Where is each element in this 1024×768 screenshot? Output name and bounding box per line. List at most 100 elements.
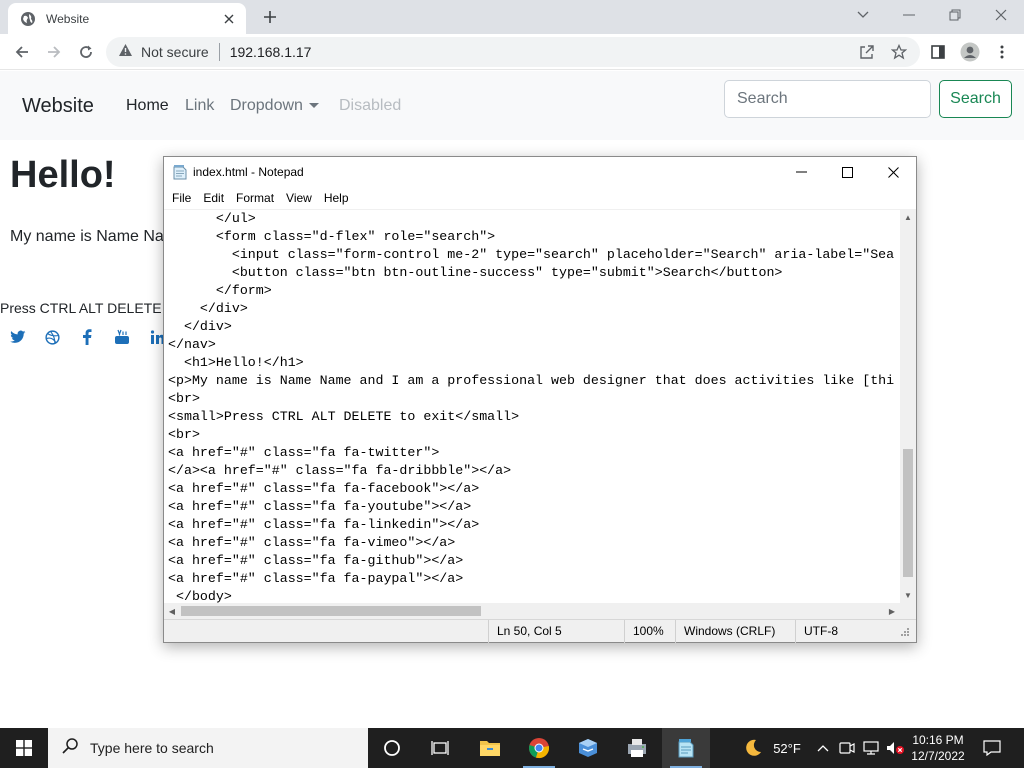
taskbar-search-placeholder: Type here to search — [90, 740, 214, 756]
code-line: </body> — [168, 589, 232, 603]
code-line: <a href="#" class="fa fa-vimeo"></a> — [168, 535, 456, 550]
weather-moon-icon[interactable] — [738, 728, 768, 768]
site-search-input[interactable] — [724, 80, 931, 118]
notepad-window: index.html - Notepad File Edit Format Vi… — [163, 156, 917, 643]
scroll-right-arrow-icon[interactable]: ▶ — [884, 603, 900, 619]
menu-edit[interactable]: Edit — [197, 191, 230, 205]
small-text: Press CTRL ALT DELETE to — [0, 300, 178, 316]
share-icon[interactable] — [856, 43, 878, 61]
vertical-scroll-thumb[interactable] — [903, 449, 913, 577]
printer-app-icon[interactable] — [613, 728, 661, 768]
vertical-scrollbar[interactable]: ▲ ▼ — [900, 209, 916, 603]
encoding: UTF-8 — [795, 620, 838, 643]
notepad-title: index.html - Notepad — [193, 165, 304, 179]
code-line: </a><a href="#" class="fa fa-dribbble"><… — [168, 463, 512, 478]
start-button[interactable] — [0, 728, 48, 768]
scroll-left-arrow-icon[interactable]: ◀ — [164, 603, 180, 619]
code-line: </div> — [168, 301, 248, 316]
zoom-level: 100% — [624, 620, 664, 643]
search-icon — [62, 737, 78, 759]
code-line: <a href="#" class="fa fa-facebook"></a> — [168, 481, 480, 496]
kebab-menu-icon[interactable] — [988, 38, 1016, 66]
address-bar[interactable]: Not secure 192.168.1.17 — [106, 37, 920, 67]
nav-link-disabled: Disabled — [339, 97, 402, 114]
scrollbar-corner — [900, 603, 916, 619]
site-search-button[interactable]: Search — [939, 80, 1012, 118]
url-text[interactable]: 192.168.1.17 — [230, 44, 312, 60]
restore-button[interactable] — [932, 0, 978, 30]
horizontal-scrollbar[interactable]: ◀ ▶ — [164, 603, 900, 619]
meet-now-icon[interactable] — [836, 728, 858, 768]
facebook-icon[interactable] — [78, 328, 96, 346]
scroll-up-arrow-icon[interactable]: ▲ — [900, 209, 916, 225]
divider — [218, 43, 220, 61]
line-ending: Windows (CRLF) — [675, 620, 775, 643]
cortana-icon[interactable] — [368, 728, 416, 768]
close-icon[interactable] — [220, 10, 238, 28]
menu-format[interactable]: Format — [230, 191, 280, 205]
notepad-maximize-button[interactable] — [824, 157, 870, 187]
code-line: </div> — [168, 319, 232, 334]
code-line: <button class="btn btn-outline-success" … — [168, 265, 783, 280]
code-line: <a href="#" class="fa fa-github"></a> — [168, 553, 464, 568]
twitter-icon[interactable] — [9, 328, 27, 346]
code-line: <br> — [168, 391, 200, 406]
profile-icon[interactable] — [956, 38, 984, 66]
notepad-taskbar-icon[interactable] — [662, 728, 710, 768]
code-line: <a href="#" class="fa fa-linkedin"></a> — [168, 517, 480, 532]
tab-search-icon[interactable] — [840, 0, 886, 30]
warning-icon[interactable] — [118, 43, 133, 62]
menu-view[interactable]: View — [280, 191, 318, 205]
minimize-button[interactable] — [886, 0, 932, 30]
horizontal-scroll-thumb[interactable] — [181, 606, 481, 616]
browser-toolbar: Not secure 192.168.1.17 — [0, 34, 1024, 70]
notepad-menubar: File Edit Format View Help — [164, 187, 916, 209]
windows-taskbar: Type here to search 52°F 10:16 PM 12/7/2… — [0, 728, 1024, 768]
volume-muted-icon[interactable] — [884, 728, 906, 768]
code-line: <a href="#" class="fa fa-twitter"> — [168, 445, 440, 460]
reload-button[interactable] — [72, 38, 100, 66]
browser-tab-website[interactable]: Website — [8, 3, 246, 34]
intro-paragraph: My name is Name Na — [10, 228, 164, 245]
nav-link-home[interactable]: Home — [126, 97, 169, 115]
task-view-icon[interactable] — [416, 728, 464, 768]
taskbar-clock[interactable]: 10:16 PM 12/7/2022 — [908, 732, 968, 764]
back-button[interactable] — [8, 38, 36, 66]
notifications-icon[interactable] — [972, 728, 1012, 768]
nav-dropdown[interactable]: Dropdown — [230, 97, 319, 115]
youtube-icon[interactable] — [113, 328, 131, 346]
dribbble-icon[interactable] — [43, 328, 61, 346]
close-window-button[interactable] — [978, 0, 1024, 30]
network-icon[interactable] — [860, 728, 882, 768]
code-line: <input class="form-control me-2" type="s… — [168, 247, 895, 262]
file-explorer-icon[interactable] — [466, 728, 514, 768]
notepad-text-area[interactable]: </ul> <form class="d-flex" role="search"… — [164, 209, 900, 603]
taskbar-search-box[interactable]: Type here to search — [48, 728, 368, 768]
nav-link-link[interactable]: Link — [185, 97, 214, 115]
tab-title: Website — [46, 11, 90, 26]
navbar-brand[interactable]: Website — [22, 95, 94, 118]
notepad-minimize-button[interactable] — [778, 157, 824, 187]
star-icon[interactable] — [888, 43, 910, 61]
scroll-down-arrow-icon[interactable]: ▼ — [900, 587, 916, 603]
code-line: <form class="d-flex" role="search"> — [168, 229, 496, 244]
virtualbox-icon[interactable] — [564, 728, 612, 768]
clock-time: 10:16 PM — [912, 733, 964, 747]
chrome-icon[interactable] — [515, 728, 563, 768]
menu-help[interactable]: Help — [318, 191, 355, 205]
resize-grip-icon[interactable] — [900, 626, 910, 640]
forward-button[interactable] — [40, 38, 68, 66]
notepad-close-button[interactable] — [870, 157, 916, 187]
code-line: <br> — [168, 427, 200, 442]
new-tab-button[interactable] — [258, 6, 282, 28]
side-panel-icon[interactable] — [924, 38, 952, 66]
menu-file[interactable]: File — [166, 191, 197, 205]
chevron-up-icon[interactable] — [814, 728, 832, 768]
weather-temperature[interactable]: 52°F — [770, 728, 804, 768]
code-line: <h1>Hello!</h1> — [168, 355, 304, 370]
code-line: </form> — [168, 283, 272, 298]
security-label[interactable]: Not secure — [141, 44, 209, 60]
page-heading: Hello! — [10, 154, 116, 196]
code-line: <a href="#" class="fa fa-youtube"></a> — [168, 499, 472, 514]
notepad-titlebar[interactable]: index.html - Notepad — [164, 157, 916, 187]
